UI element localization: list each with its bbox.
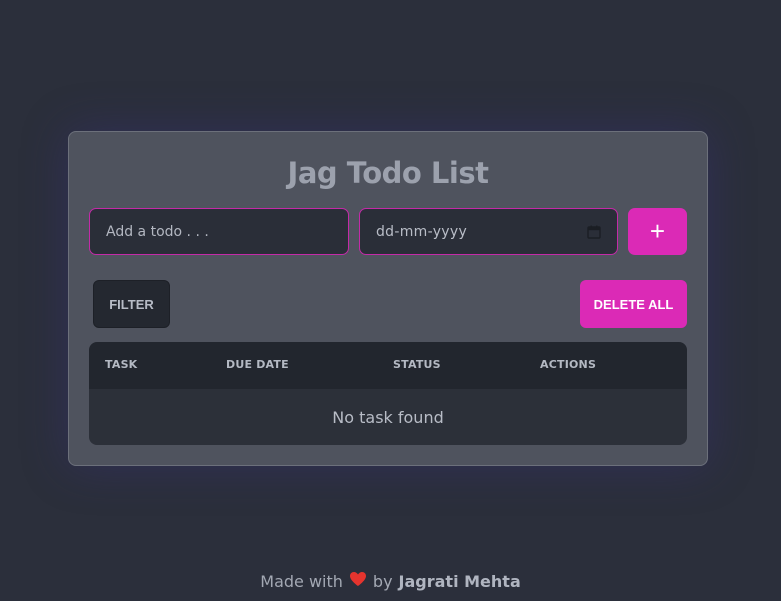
todo-table: TASK DUE DATE STATUS ACTIONS No task fou…	[89, 342, 687, 445]
due-date-input[interactable]: dd-mm-yyyy	[359, 208, 618, 255]
filter-button[interactable]: FILTER	[93, 280, 170, 328]
todo-card: Jag Todo List dd-mm-yyyy + FILTER DELETE…	[68, 131, 708, 466]
todo-input[interactable]	[89, 208, 349, 255]
footer-made-with: Made with	[260, 571, 343, 591]
page: Jag Todo List dd-mm-yyyy + FILTER DELETE…	[0, 0, 781, 601]
add-todo-button[interactable]: +	[628, 208, 687, 255]
column-header-task: TASK	[105, 358, 138, 371]
app-title: Jag Todo List	[287, 156, 489, 190]
footer-author: Jagrati Mehta	[398, 571, 521, 591]
delete-all-button[interactable]: DELETE ALL	[580, 280, 687, 328]
column-header-actions: ACTIONS	[540, 358, 597, 371]
date-placeholder: dd-mm-yyyy	[376, 223, 468, 240]
footer-by: by	[372, 571, 393, 591]
column-header-status: STATUS	[393, 358, 441, 371]
column-header-due-date: DUE DATE	[226, 358, 289, 371]
table-body: No task found	[89, 389, 687, 445]
calendar-icon[interactable]	[587, 225, 601, 239]
footer: Made with by Jagrati Mehta	[0, 571, 781, 591]
heart-icon	[349, 571, 367, 591]
table-header: TASK DUE DATE STATUS ACTIONS	[89, 342, 687, 389]
empty-message: No task found	[332, 407, 444, 427]
